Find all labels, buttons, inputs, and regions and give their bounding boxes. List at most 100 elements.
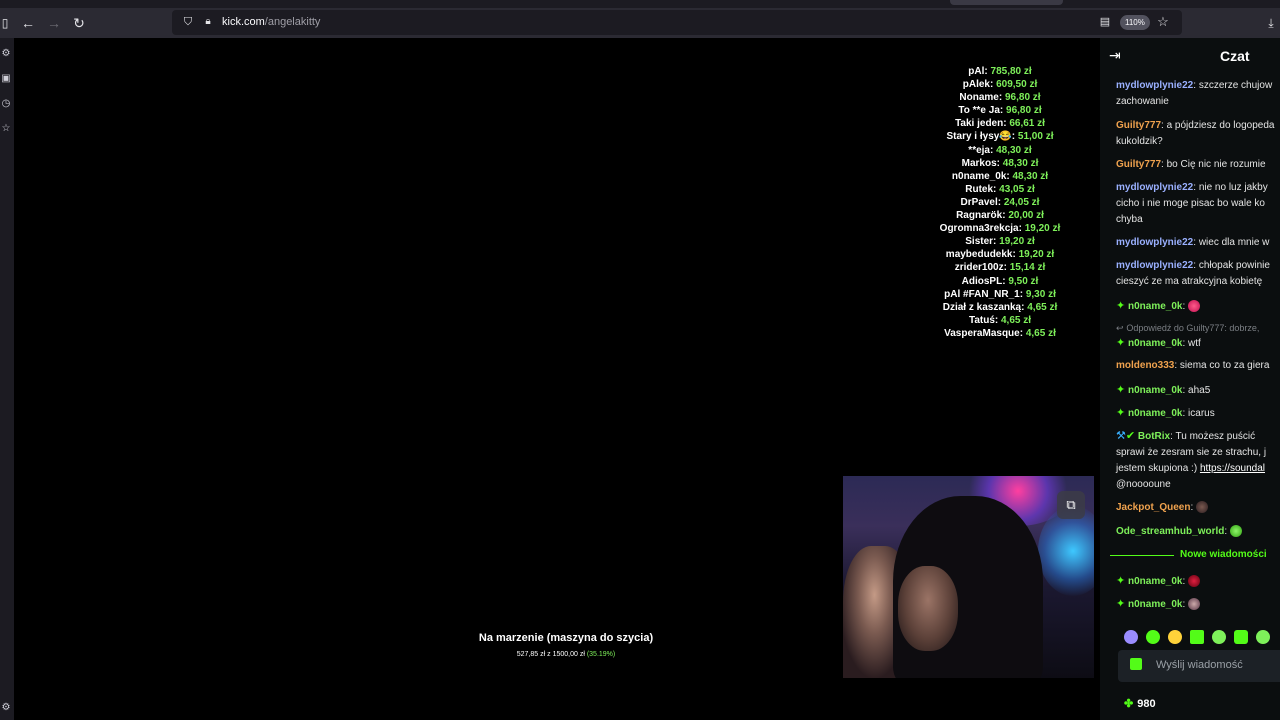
chat-username[interactable]: Guilty777 <box>1116 159 1161 170</box>
emote-picker-icon[interactable] <box>1130 658 1142 670</box>
picture-in-picture-icon[interactable]: ⧉ <box>1057 491 1085 519</box>
lock-icon[interactable]: 🔒︎ <box>200 7 216 37</box>
bookmark-star-icon[interactable]: ☆ <box>1155 7 1171 37</box>
face-emote-icon <box>1196 501 1209 514</box>
donation-amount: 609,50 zł <box>996 79 1038 91</box>
chat-message[interactable]: ✦ n0name_0k: <box>1116 573 1280 590</box>
donation-amount: 4,65 zł <box>1025 327 1056 339</box>
points-icon: ✤ <box>1124 698 1134 710</box>
chat-message[interactable]: ✦ n0name_0k: aha5 <box>1116 382 1280 399</box>
channel-points[interactable]: ✤ 980 <box>1124 697 1156 710</box>
chat-username[interactable]: n0name_0k <box>1128 599 1182 610</box>
chat-message[interactable]: moldeno333: siema co to za giera <box>1116 358 1280 374</box>
emote-icon[interactable] <box>1168 629 1182 644</box>
donor-name: AdiosPL: <box>961 275 1006 287</box>
chat-username[interactable]: mydlowplynie22 <box>1116 260 1193 271</box>
donation-goal: Na marzenie (maszyna do szycia) 527,85 z… <box>400 632 732 658</box>
forward-icon[interactable]: → <box>44 8 64 38</box>
donor-name: Dział z kaszanką: <box>942 301 1025 313</box>
verified-badge-icon: ✔ <box>1125 430 1136 442</box>
back-icon[interactable]: ← <box>18 8 38 38</box>
chat-message[interactable]: mydlowplynie22: nie no luz jakby cicho i… <box>1116 180 1280 228</box>
chat-title: Czat <box>1220 48 1250 64</box>
new-messages-divider <box>1110 555 1174 556</box>
url-text[interactable]: kick.com/angelakitty <box>222 10 320 35</box>
zoom-level[interactable]: 110% <box>1120 15 1150 30</box>
donor-name: Ogromna3rekcja: <box>939 223 1022 235</box>
donation-amount: 24,05 zł <box>1003 196 1040 208</box>
points-value: 980 <box>1137 698 1156 710</box>
chat-link[interactable]: https://soundal <box>1200 463 1265 474</box>
chat-username[interactable]: mydlowplynie22 <box>1116 237 1193 248</box>
chat-message[interactable]: ✦ n0name_0k: <box>1116 298 1280 315</box>
donation-leaderboard: pAl: 785,80 zł pAlek: 609,50 zł Noname: 96… <box>900 65 1100 340</box>
url-bar[interactable]: ⛉ 🔒︎ kick.com/angelakitty ▤ 110% ☆ <box>172 10 1182 35</box>
chat-message[interactable]: Guilty777: bo Cię nic nie rozumie <box>1116 157 1280 173</box>
tracking-shield-icon[interactable]: ⛉ <box>180 7 196 37</box>
chat-mention[interactable]: @nooooune <box>1116 479 1171 490</box>
chat-text: sprawi że zesram sie ze strachu, j <box>1116 447 1267 458</box>
chat-username[interactable]: BotRix <box>1138 431 1170 442</box>
emote-icon[interactable] <box>1190 629 1204 644</box>
emote-icon[interactable] <box>1146 629 1160 644</box>
donation-amount: 19,20 zł <box>999 236 1035 248</box>
chat-message[interactable]: ✦ n0name_0k: wtf <box>1116 335 1280 352</box>
donor-name: Ragnarök: <box>956 210 1006 222</box>
chat-message[interactable]: mydlowplynie22: szczerze chujow zachowan… <box>1116 78 1280 110</box>
reader-view-icon[interactable]: ▤ <box>1097 7 1113 37</box>
chat-username[interactable]: n0name_0k <box>1128 385 1182 396</box>
donation-row: maybedudekk: 19,20 zł <box>900 248 1100 261</box>
donation-amount: 43,05 zł <box>999 183 1035 195</box>
chat-message[interactable]: ✦ n0name_0k: <box>1116 596 1280 613</box>
quick-emote-bar <box>1124 628 1278 646</box>
sidebar-toggle-icon[interactable]: ▯ <box>0 8 10 38</box>
chat-username[interactable]: n0name_0k <box>1128 408 1182 419</box>
chat-message[interactable]: mydlowplynie22: wiec dla mnie w <box>1116 235 1280 251</box>
bookmarks-icon[interactable]: ☆ <box>0 123 12 134</box>
donation-amount: 20,00 zł <box>1008 210 1044 222</box>
chat-username[interactable]: Guilty777 <box>1116 120 1161 131</box>
reload-icon[interactable]: ↻ <box>69 8 89 38</box>
sparkle-badge-icon: ✦ <box>1116 575 1126 587</box>
guest-face <box>898 566 958 651</box>
url-domain: kick.com <box>222 16 265 28</box>
emote-icon[interactable] <box>1234 629 1248 644</box>
chat-message[interactable]: ✦ n0name_0k: icarus <box>1116 405 1280 422</box>
chat-username[interactable]: Ode_streamhub_world <box>1116 526 1224 537</box>
collapse-chat-icon[interactable]: ⇥ <box>1109 47 1121 64</box>
chat-username[interactable]: moldeno333 <box>1116 360 1174 371</box>
downloads-icon[interactable]: ⤓ <box>1262 8 1280 38</box>
emote-icon[interactable] <box>1256 629 1270 644</box>
active-tab[interactable] <box>950 0 1063 5</box>
chat-message[interactable]: Guilty777: a pójdziesz do logopeda kukol… <box>1116 118 1280 150</box>
library-icon[interactable]: ▣ <box>0 73 12 84</box>
sparkle-badge-icon: ✦ <box>1116 384 1126 396</box>
chat-text: cicho i nie moge pisac bo wale ko <box>1116 198 1265 209</box>
chat-message[interactable]: Ode_streamhub_world: <box>1116 524 1280 540</box>
chat-username[interactable]: mydlowplynie22 <box>1116 182 1193 193</box>
donation-amount: 9,30 zł <box>1025 288 1056 300</box>
chat-username[interactable]: Jackpot_Queen <box>1116 502 1190 513</box>
emote-icon[interactable] <box>1212 629 1226 644</box>
donation-amount: 4,65 zł <box>1001 314 1032 326</box>
chat-username[interactable]: n0name_0k <box>1128 576 1182 587</box>
chat-text: chłopak powinie <box>1198 260 1270 271</box>
chat-username[interactable]: n0name_0k <box>1128 338 1182 349</box>
chat-message[interactable]: mydlowplynie22: chłopak powinie cieszyć … <box>1116 258 1280 290</box>
chat-username[interactable]: n0name_0k <box>1128 301 1182 312</box>
settings-icon[interactable]: ⚙ <box>0 48 12 59</box>
chat-message[interactable]: ⚒✔ BotRix: Tu możesz puścić sprawi że ze… <box>1116 428 1280 493</box>
chat-message[interactable]: Jackpot_Queen: <box>1116 500 1280 516</box>
donation-amount: 19,20 zł <box>1024 223 1061 235</box>
customize-icon[interactable]: ⚙ <box>0 702 12 713</box>
donor-name: pAl: <box>968 66 988 77</box>
chat-username[interactable]: mydlowplynie22 <box>1116 80 1193 91</box>
chat-input[interactable]: Wyślij wiadomość <box>1118 650 1280 682</box>
donation-row: Markos: 48,30 zł <box>900 157 1100 170</box>
donor-name: Taki jeden: <box>955 118 1007 130</box>
donor-name: zrider100z: <box>954 262 1007 274</box>
history-icon[interactable]: ◷ <box>0 98 12 109</box>
emote-icon[interactable] <box>1124 629 1138 644</box>
chat-text: szczerze chujow <box>1198 80 1273 91</box>
chat-text: wiec dla mnie w <box>1198 237 1270 248</box>
